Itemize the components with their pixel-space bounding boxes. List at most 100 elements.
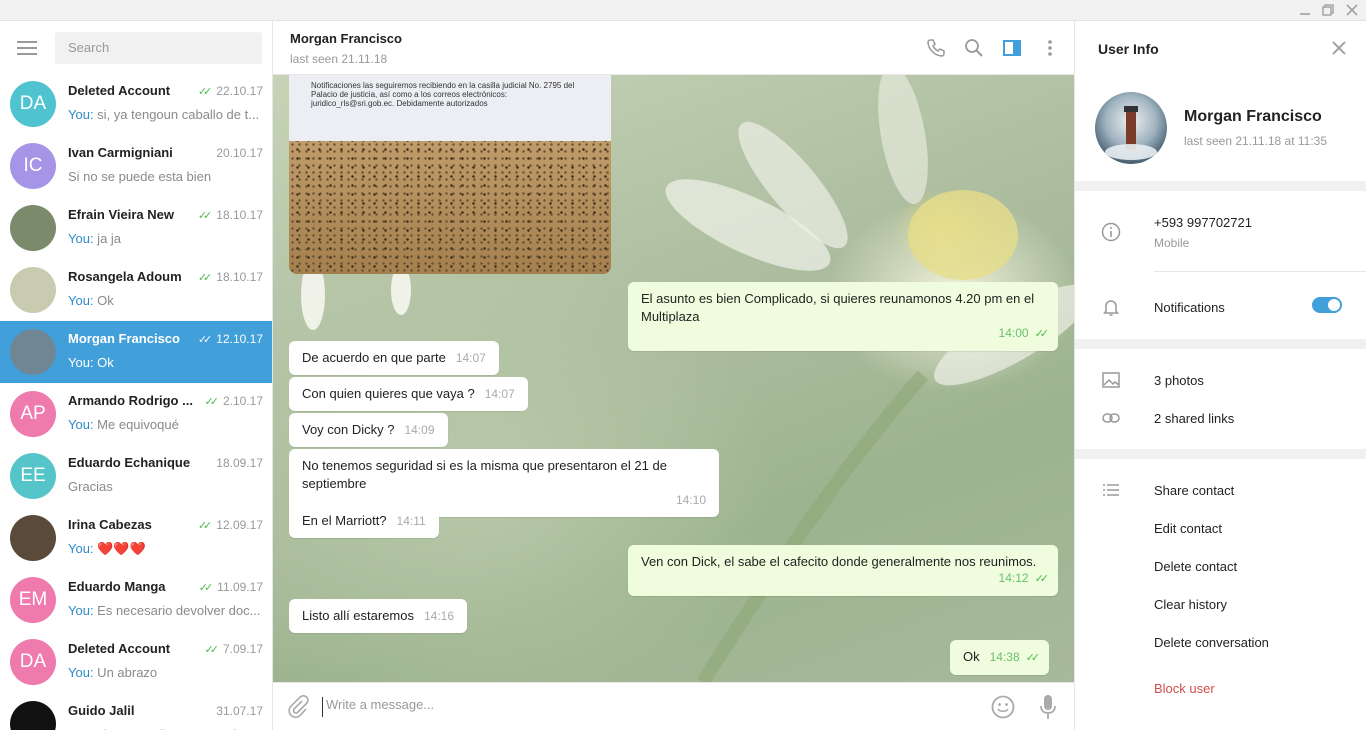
- chat-list-item[interactable]: DA Deleted Account ✓✓ 7.09.17 You: Un abrazo: [0, 631, 272, 693]
- notifications-toggle[interactable]: [1312, 297, 1342, 313]
- chat-list-item[interactable]: EE Eduardo Echanique 18.09.17 Gracias: [0, 445, 272, 507]
- section-divider: [1075, 449, 1366, 459]
- delete-conversation-button[interactable]: Delete conversation: [1154, 635, 1269, 650]
- chat-date-text: 2.10.17: [222, 394, 263, 408]
- emoji-icon[interactable]: [990, 694, 1016, 720]
- you-prefix: You:: [68, 107, 94, 122]
- chat-date-text: 11.09.17: [217, 580, 263, 594]
- avatar: DA: [10, 639, 56, 685]
- clear-history-button[interactable]: Clear history: [1154, 597, 1227, 612]
- message-bubble-outgoing[interactable]: El asunto es bien Complicado, si quieres…: [628, 282, 1058, 351]
- message-bubble-incoming[interactable]: En el Marriott? 14:11: [289, 504, 439, 538]
- phone-icon[interactable]: [926, 38, 946, 58]
- chat-list-item[interactable]: Rosangela Adoum ✓✓ 18.10.17 You: Ok: [0, 259, 272, 321]
- chat-list-item[interactable]: Irina Cabezas ✓✓ 12.09.17 You: ❤️❤️❤️: [0, 507, 272, 569]
- chat-preview: You: Me equivoqué: [68, 417, 263, 432]
- chat-date: ✓✓ 22.10.17: [198, 84, 263, 98]
- message-bubble-outgoing[interactable]: Ven con Dick, el sabe el cafecito donde …: [628, 545, 1058, 596]
- avatar: [10, 329, 56, 375]
- message-time: 14:00: [998, 326, 1029, 340]
- preview-text: Ok: [93, 355, 114, 370]
- message-time: 14:09: [404, 423, 435, 437]
- shared-links-link[interactable]: 2 shared links: [1154, 411, 1234, 426]
- message-bubble-outgoing[interactable]: Ok 14:38 ✓✓: [950, 640, 1050, 675]
- message-bubble-incoming[interactable]: Con quien quieres que vaya ? 14:07: [289, 377, 528, 411]
- preview-text: Ok: [93, 293, 114, 308]
- shared-photos-link[interactable]: 3 photos: [1154, 373, 1204, 388]
- chat-name: Eduardo Echanique: [68, 455, 191, 470]
- delete-contact-button[interactable]: Delete contact: [1154, 559, 1237, 574]
- message-text: Ok: [963, 649, 980, 664]
- message-time: 14:10: [675, 493, 706, 507]
- profile-avatar[interactable]: [1095, 92, 1167, 164]
- block-user-button[interactable]: Block user: [1154, 681, 1215, 696]
- read-ticks-icon: ✓✓: [197, 271, 213, 284]
- more-options-icon[interactable]: [1040, 38, 1060, 58]
- chat-preview: You: si, ya tengoun caballo de t...: [68, 107, 263, 122]
- read-ticks-icon: ✓✓: [204, 395, 220, 408]
- chat-preview: You: ja ja: [68, 231, 263, 246]
- message-bubble-incoming[interactable]: De acuerdo en que parte 14:07: [289, 341, 499, 375]
- conversation-status: last seen 21.11.18: [290, 52, 388, 66]
- chat-list-item[interactable]: Efrain Vieira New ✓✓ 18.10.17 You: ja ja: [0, 197, 272, 259]
- chat-name: Irina Cabezas: [68, 517, 152, 532]
- message-bubble-incoming[interactable]: Voy con Dicky ? 14:09: [289, 413, 448, 447]
- conversation-panel: Morgan Francisco last seen 21.11.18 Noti…: [273, 21, 1074, 730]
- chat-date-text: 22.10.17: [216, 84, 263, 98]
- bell-icon: [1103, 300, 1119, 316]
- attach-icon[interactable]: [286, 695, 310, 719]
- message-text: Listo allí estaremos: [302, 608, 414, 623]
- phone-number[interactable]: +593 997702721: [1154, 215, 1252, 230]
- read-ticks-icon: ✓✓: [204, 643, 220, 656]
- chat-date: ✓✓ 18.10.17: [198, 208, 263, 222]
- chat-list-item[interactable]: EM Eduardo Manga ✓✓ 11.09.17 You: Es necesar…: [0, 569, 272, 631]
- chat-preview: You: Un abrazo: [68, 665, 263, 680]
- chat-preview: You: Ok: [68, 355, 263, 370]
- chat-list-item[interactable]: DA Deleted Account ✓✓ 22.10.17 You: si, ya t…: [0, 73, 272, 135]
- share-contact-button[interactable]: Share contact: [1154, 483, 1234, 498]
- chat-date: 20.10.17: [216, 146, 263, 160]
- chat-name: Armando Rodrigo ...: [68, 393, 193, 408]
- preview-text: Es necesario devolver doc...: [93, 603, 261, 618]
- you-prefix: You:: [68, 665, 94, 680]
- read-ticks-icon: ✓✓: [197, 85, 213, 98]
- avatar: DA: [10, 81, 56, 127]
- chat-date: 31.07.17: [216, 704, 263, 718]
- preview-text: ja ja: [93, 231, 122, 246]
- chat-list-item[interactable]: Guido Jalil31.07.17me avisas para llamar…: [0, 693, 272, 730]
- photo-sand: [289, 141, 611, 274]
- microphone-icon[interactable]: [1039, 694, 1057, 720]
- edit-contact-button[interactable]: Edit contact: [1154, 521, 1222, 536]
- preview-text: Gracias: [68, 479, 113, 494]
- chat-list-item[interactable]: AP Armando Rodrigo ... ✓✓ 2.10.17 You: Me eq…: [0, 383, 272, 445]
- search-input[interactable]: Search: [55, 32, 262, 64]
- chat-list-item[interactable]: IC Ivan Carmigniani 20.10.17 Si no se puede…: [0, 135, 272, 197]
- chat-preview: Si no se puede esta bien: [68, 169, 263, 184]
- photos-icon: [1102, 372, 1120, 388]
- close-window-icon[interactable]: [1345, 3, 1359, 17]
- message-text: En el Marriott?: [302, 513, 387, 528]
- message-text: No tenemos seguridad si es la misma que …: [302, 458, 667, 491]
- sidebar-toggle-icon[interactable]: [1002, 38, 1022, 58]
- phone-label: Mobile: [1154, 236, 1190, 250]
- search-icon[interactable]: [964, 38, 984, 58]
- chat-list-item[interactable]: Morgan Francisco ✓✓ 12.10.17 You: Ok: [0, 321, 272, 383]
- info-icon: [1101, 222, 1121, 242]
- chat-name: Efrain Vieira New: [68, 207, 174, 222]
- restore-icon[interactable]: [1321, 3, 1335, 17]
- message-input[interactable]: Write a message...: [322, 697, 922, 717]
- message-bubble-incoming[interactable]: Listo allí estaremos 14:16: [289, 599, 468, 633]
- you-prefix: You:: [68, 293, 94, 308]
- minimize-icon[interactable]: [1298, 3, 1312, 17]
- close-icon[interactable]: [1331, 40, 1347, 56]
- chat-date-text: 18.09.17: [216, 456, 263, 470]
- conversation-title[interactable]: Morgan Francisco: [290, 31, 402, 46]
- avatar: EE: [10, 453, 56, 499]
- chat-list: DA Deleted Account ✓✓ 22.10.17 You: si, ya t…: [0, 73, 272, 730]
- chat-date: ✓✓ 11.09.17: [199, 580, 263, 594]
- hamburger-menu-icon[interactable]: [17, 41, 37, 55]
- you-prefix: You:: [68, 603, 94, 618]
- photo-message[interactable]: Notificaciones las seguiremos recibiendo…: [289, 75, 611, 274]
- message-time: 14:07: [455, 351, 486, 365]
- chat-date-text: 31.07.17: [216, 704, 263, 718]
